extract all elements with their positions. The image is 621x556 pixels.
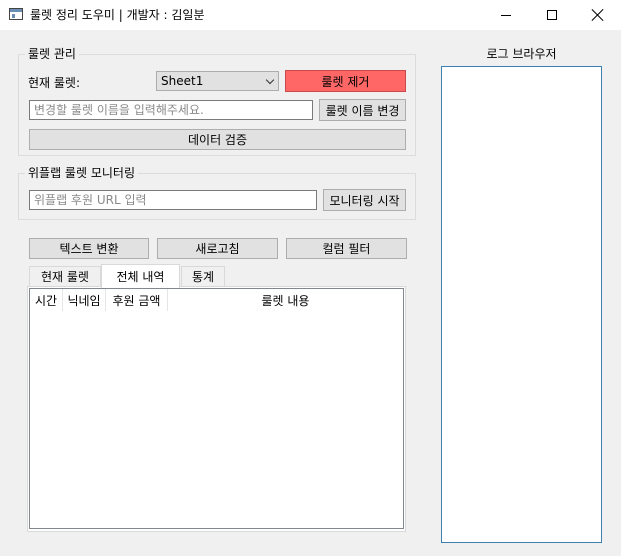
maximize-button[interactable] <box>529 0 575 30</box>
sheet-select-value: Sheet1 <box>161 74 204 88</box>
title-bar: 룰렛 정리 도우미 | 개발자 : 김일분 <box>0 0 621 30</box>
remove-roulette-button[interactable]: 룰렛 제거 <box>285 70 406 92</box>
column-header-content[interactable]: 룰렛 내용 <box>168 289 403 311</box>
sheet-select[interactable]: Sheet1 <box>156 71 279 91</box>
tab-current-roulette[interactable]: 현재 룰렛 <box>29 266 101 286</box>
window-title: 룰렛 정리 도우미 | 개발자 : 김일분 <box>30 8 205 22</box>
url-input[interactable]: 위플랩 후원 URL 입력 <box>29 190 317 210</box>
close-button[interactable] <box>575 0 621 30</box>
tab-statistics[interactable]: 통계 <box>181 266 225 286</box>
close-icon <box>591 8 605 22</box>
minimize-icon <box>501 14 511 16</box>
log-browser-title: 로그 브라우저 <box>486 47 557 61</box>
history-table[interactable]: 시간 닉네임 후원 금액 룰렛 내용 <box>29 288 404 529</box>
app-icon <box>9 8 23 20</box>
chevron-down-icon <box>265 75 275 85</box>
log-browser[interactable] <box>441 66 602 543</box>
maximize-icon <box>547 10 557 20</box>
validate-data-button[interactable]: 데이터 검증 <box>29 129 406 150</box>
start-monitoring-button[interactable]: 모니터링 시작 <box>323 189 406 211</box>
column-header-amount[interactable]: 후원 금액 <box>106 289 168 311</box>
minimize-button[interactable] <box>483 0 529 30</box>
tab-all-history[interactable]: 전체 내역 <box>101 264 180 288</box>
column-header-time[interactable]: 시간 <box>30 289 63 311</box>
column-filter-button[interactable]: 컬럼 필터 <box>286 238 407 259</box>
rename-input[interactable]: 변경할 룰렛 이름을 입력해주세요. <box>29 100 313 120</box>
refresh-button[interactable]: 새로고침 <box>157 238 278 259</box>
roulette-group-legend: 룰렛 관리 <box>25 45 79 62</box>
current-roulette-label: 현재 룰렛: <box>28 76 81 90</box>
rename-roulette-button[interactable]: 룰렛 이름 변경 <box>319 99 406 121</box>
monitor-group-legend: 위플랩 룰렛 모니터링 <box>25 164 138 181</box>
column-header-nickname[interactable]: 닉네임 <box>63 289 106 311</box>
text-convert-button[interactable]: 텍스트 변환 <box>29 238 149 259</box>
